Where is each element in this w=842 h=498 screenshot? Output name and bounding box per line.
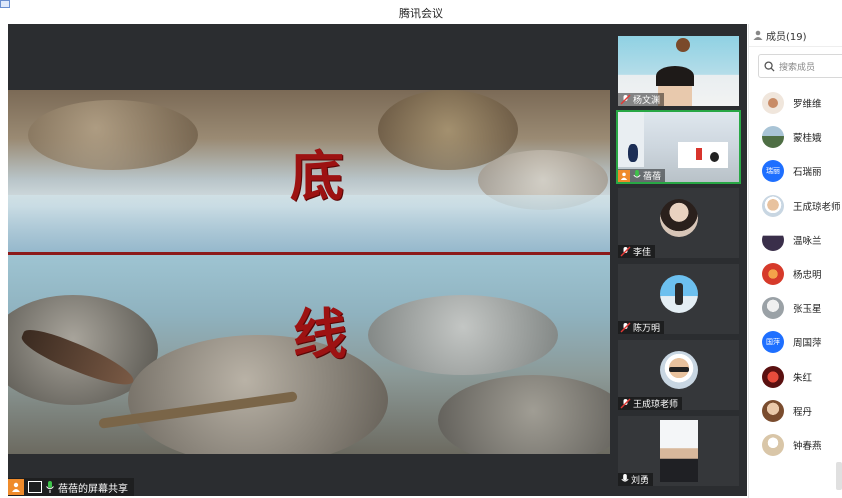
video-gallery[interactable]: 杨文渊 蓓蓓 李佳 陈万明 王成琼老师 刘勇 [610,24,747,496]
user-icon [8,479,24,495]
video-tile[interactable]: 王成琼老师 [618,340,739,410]
member-list: 罗维维 蒙桂娥 瑞丽 石瑞丽 王成琼老师 温咏兰 杨忠明 张玉星 国萍 周国萍 朱红… [749,86,842,462]
avatar [762,228,784,251]
member-name: 蒙桂娥 [793,133,822,145]
participant-name: 蓓蓓 [643,172,662,182]
avatar: 国萍 [762,331,784,354]
window-title: 腾讯会议 [399,7,443,20]
shared-screen-stage[interactable]: 底 线 蓓蓓的屏幕共享 [8,24,610,496]
participant-name: 陈万明 [633,324,661,334]
mic-muted-icon [620,246,631,257]
avatar [762,297,784,320]
list-item[interactable]: 钟春燕 [749,428,842,462]
list-item[interactable]: 张玉星 [749,291,842,325]
video-tile[interactable]: 杨文渊 [618,36,739,106]
member-name: 杨忠明 [793,270,822,282]
screen-share-status[interactable]: 蓓蓓的屏幕共享 [8,478,134,496]
list-item[interactable]: 温咏兰 [749,223,842,257]
member-name: 罗维维 [793,99,822,111]
scrollbar[interactable] [836,462,842,490]
avatar [762,92,784,115]
members-count: 成员(19) [766,31,807,43]
title-char-bottom: 线 [293,302,347,366]
avatar: 瑞丽 [762,160,784,183]
list-item[interactable]: 杨忠明 [749,257,842,291]
list-item[interactable]: 程丹 [749,394,842,428]
member-search-input[interactable]: 搜索成员 [758,54,842,78]
title-char-top: 底 [290,144,344,208]
member-name: 钟春燕 [793,440,822,452]
screen-share-icon [28,481,42,493]
video-tile-active[interactable]: 蓓蓓 [616,110,741,184]
person-icon [753,30,763,40]
members-panel[interactable]: 成员(19) 搜索成员 罗维维 蒙桂娥 瑞丽 石瑞丽 王成琼老师 温咏兰 杨忠明 … [748,24,842,498]
participant-name: 杨文渊 [633,96,661,106]
participant-name: 李佳 [633,248,652,258]
list-item[interactable]: 罗维维 [749,86,842,120]
avatar [762,194,784,217]
members-header: 成员(19) [749,24,842,47]
video-tile[interactable]: 陈万明 [618,264,739,334]
member-name: 温咏兰 [793,235,822,247]
video-tile[interactable]: 李佳 [618,188,739,258]
list-item[interactable]: 蒙桂娥 [749,120,842,154]
member-name: 石瑞丽 [793,167,822,179]
member-name: 王成琼老师 [793,201,841,213]
avatar [762,399,784,422]
video-tile[interactable]: 刘勇 [618,416,739,486]
avatar [762,126,784,149]
list-item[interactable]: 王成琼老师 [749,189,842,223]
avatar [660,420,698,482]
member-name: 张玉星 [793,304,822,316]
microphone-icon [633,170,641,178]
search-icon [764,60,775,72]
list-item[interactable]: 朱红 [749,360,842,394]
participant-name: 王成琼老师 [633,400,679,410]
avatar [660,199,698,237]
title-bar: 腾讯会议 [0,0,842,24]
mic-muted-icon [620,94,631,105]
avatar [660,275,698,313]
member-name: 程丹 [793,406,813,418]
microphone-icon [46,481,54,493]
member-name: 朱红 [793,372,813,384]
user-icon [618,169,630,182]
screen-share-label: 蓓蓓的屏幕共享 [58,483,128,495]
list-item[interactable]: 瑞丽 石瑞丽 [749,154,842,188]
avatar [762,365,784,388]
avatar [660,351,698,389]
mic-muted-icon [620,398,631,409]
mic-muted-icon [620,322,631,333]
list-item[interactable]: 国萍 周国萍 [749,325,842,359]
member-name: 周国萍 [793,338,822,350]
microphone-icon [621,474,629,482]
participant-name: 刘勇 [631,476,650,486]
avatar [762,433,784,456]
shared-screen-content: 底 线 [8,90,610,454]
search-placeholder: 搜索成员 [779,62,816,73]
avatar [762,263,784,286]
